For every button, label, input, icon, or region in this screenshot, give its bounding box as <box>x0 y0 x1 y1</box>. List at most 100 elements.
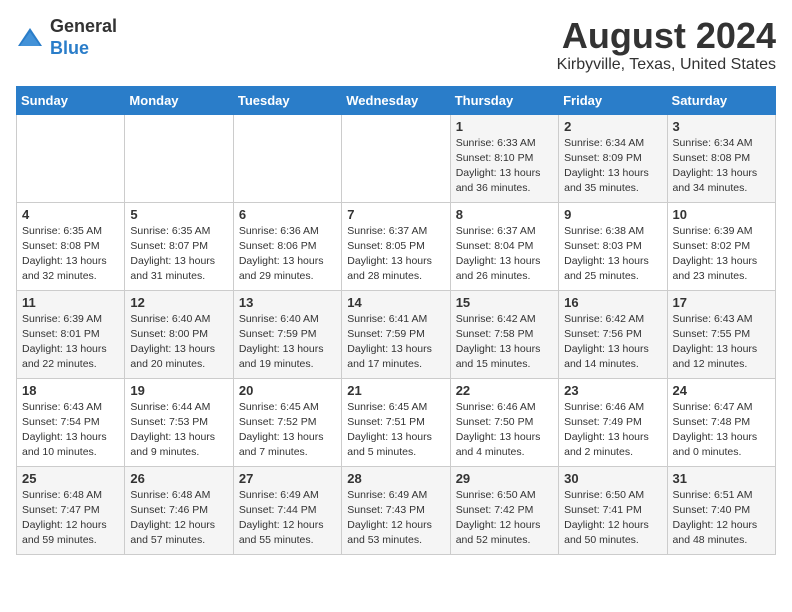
day-header-thursday: Thursday <box>450 86 558 114</box>
day-number: 10 <box>673 207 770 222</box>
calendar-cell: 29 Sunrise: 6:50 AM Sunset: 7:42 PM Dayli… <box>450 466 558 554</box>
calendar-cell: 17 Sunrise: 6:43 AM Sunset: 7:55 PM Dayli… <box>667 290 775 378</box>
day-info: Sunrise: 6:37 AM Sunset: 8:04 PM Dayligh… <box>456 224 553 285</box>
day-number: 14 <box>347 295 444 310</box>
day-info: Sunrise: 6:42 AM Sunset: 7:58 PM Dayligh… <box>456 312 553 373</box>
calendar-cell: 10 Sunrise: 6:39 AM Sunset: 8:02 PM Dayli… <box>667 202 775 290</box>
day-number: 2 <box>564 119 661 134</box>
calendar-cell: 30 Sunrise: 6:50 AM Sunset: 7:41 PM Dayli… <box>559 466 667 554</box>
day-number: 13 <box>239 295 336 310</box>
title-block: August 2024 Kirbyville, Texas, United St… <box>557 16 776 74</box>
calendar-cell: 6Sunrise: 6:36 AM Sunset: 8:06 PM Daylig… <box>233 202 341 290</box>
day-info: Sunrise: 6:51 AM Sunset: 7:40 PM Dayligh… <box>673 488 770 549</box>
calendar-cell: 9Sunrise: 6:38 AM Sunset: 8:03 PM Daylig… <box>559 202 667 290</box>
logo-text: General Blue <box>50 16 117 59</box>
day-info: Sunrise: 6:42 AM Sunset: 7:56 PM Dayligh… <box>564 312 661 373</box>
calendar-cell: 24 Sunrise: 6:47 AM Sunset: 7:48 PM Dayli… <box>667 378 775 466</box>
day-number: 12 <box>130 295 227 310</box>
day-header-saturday: Saturday <box>667 86 775 114</box>
page-header: General Blue August 2024 Kirbyville, Tex… <box>16 16 776 74</box>
day-info: Sunrise: 6:40 AM Sunset: 8:00 PM Dayligh… <box>130 312 227 373</box>
week-row-4: 18 Sunrise: 6:43 AM Sunset: 7:54 PM Dayli… <box>17 378 776 466</box>
calendar-table: SundayMondayTuesdayWednesdayThursdayFrid… <box>16 86 776 555</box>
day-info: Sunrise: 6:43 AM Sunset: 7:54 PM Dayligh… <box>22 400 119 461</box>
week-row-2: 4 Sunrise: 6:35 AM Sunset: 8:08 PM Daylig… <box>17 202 776 290</box>
calendar-cell: 21 Sunrise: 6:45 AM Sunset: 7:51 PM Dayli… <box>342 378 450 466</box>
calendar-cell: 31 Sunrise: 6:51 AM Sunset: 7:40 PM Dayli… <box>667 466 775 554</box>
day-number: 4 <box>22 207 119 222</box>
day-number: 27 <box>239 471 336 486</box>
calendar-cell: 26Sunrise: 6:48 AM Sunset: 7:46 PM Dayli… <box>125 466 233 554</box>
month-year: August 2024 <box>557 16 776 56</box>
calendar-cell: 11 Sunrise: 6:39 AM Sunset: 8:01 PM Dayli… <box>17 290 125 378</box>
calendar-cell: 12 Sunrise: 6:40 AM Sunset: 8:00 PM Dayli… <box>125 290 233 378</box>
calendar-body: 1 Sunrise: 6:33 AM Sunset: 8:10 PM Daylig… <box>17 114 776 554</box>
day-number: 25 <box>22 471 119 486</box>
calendar-cell: 18 Sunrise: 6:43 AM Sunset: 7:54 PM Dayli… <box>17 378 125 466</box>
day-number: 17 <box>673 295 770 310</box>
day-number: 24 <box>673 383 770 398</box>
logo-icon <box>16 24 44 52</box>
day-info: Sunrise: 6:45 AM Sunset: 7:51 PM Dayligh… <box>347 400 444 461</box>
day-info: Sunrise: 6:34 AM Sunset: 8:08 PM Dayligh… <box>673 136 770 197</box>
location: Kirbyville, Texas, United States <box>557 56 776 74</box>
day-header-sunday: Sunday <box>17 86 125 114</box>
calendar-cell <box>233 114 341 202</box>
day-info: Sunrise: 6:44 AM Sunset: 7:53 PM Dayligh… <box>130 400 227 461</box>
day-info: Sunrise: 6:43 AM Sunset: 7:55 PM Dayligh… <box>673 312 770 373</box>
day-info: Sunrise: 6:37 AM Sunset: 8:05 PM Dayligh… <box>347 224 444 285</box>
day-number: 23 <box>564 383 661 398</box>
day-info: Sunrise: 6:35 AM Sunset: 8:08 PM Dayligh… <box>22 224 119 285</box>
day-info: Sunrise: 6:48 AM Sunset: 7:47 PM Dayligh… <box>22 488 119 549</box>
day-number: 31 <box>673 471 770 486</box>
calendar-cell: 13Sunrise: 6:40 AM Sunset: 7:59 PM Dayli… <box>233 290 341 378</box>
calendar-cell: 19 Sunrise: 6:44 AM Sunset: 7:53 PM Dayli… <box>125 378 233 466</box>
calendar-cell: 5Sunrise: 6:35 AM Sunset: 8:07 PM Daylig… <box>125 202 233 290</box>
day-number: 6 <box>239 207 336 222</box>
day-number: 28 <box>347 471 444 486</box>
calendar-cell <box>17 114 125 202</box>
day-number: 7 <box>347 207 444 222</box>
day-number: 20 <box>239 383 336 398</box>
day-number: 9 <box>564 207 661 222</box>
day-info: Sunrise: 6:50 AM Sunset: 7:42 PM Dayligh… <box>456 488 553 549</box>
calendar-cell: 16Sunrise: 6:42 AM Sunset: 7:56 PM Dayli… <box>559 290 667 378</box>
logo: General Blue <box>16 16 117 59</box>
day-header-wednesday: Wednesday <box>342 86 450 114</box>
day-number: 18 <box>22 383 119 398</box>
calendar-cell: 7 Sunrise: 6:37 AM Sunset: 8:05 PM Daylig… <box>342 202 450 290</box>
day-info: Sunrise: 6:39 AM Sunset: 8:02 PM Dayligh… <box>673 224 770 285</box>
day-number: 26 <box>130 471 227 486</box>
calendar-cell: 20 Sunrise: 6:45 AM Sunset: 7:52 PM Dayli… <box>233 378 341 466</box>
day-info: Sunrise: 6:41 AM Sunset: 7:59 PM Dayligh… <box>347 312 444 373</box>
calendar-cell: 14 Sunrise: 6:41 AM Sunset: 7:59 PM Dayli… <box>342 290 450 378</box>
day-info: Sunrise: 6:39 AM Sunset: 8:01 PM Dayligh… <box>22 312 119 373</box>
day-number: 22 <box>456 383 553 398</box>
day-number: 1 <box>456 119 553 134</box>
day-number: 21 <box>347 383 444 398</box>
day-header-friday: Friday <box>559 86 667 114</box>
calendar-cell: 4 Sunrise: 6:35 AM Sunset: 8:08 PM Daylig… <box>17 202 125 290</box>
week-row-1: 1 Sunrise: 6:33 AM Sunset: 8:10 PM Daylig… <box>17 114 776 202</box>
day-number: 11 <box>22 295 119 310</box>
day-number: 8 <box>456 207 553 222</box>
day-info: Sunrise: 6:45 AM Sunset: 7:52 PM Dayligh… <box>239 400 336 461</box>
day-info: Sunrise: 6:46 AM Sunset: 7:50 PM Dayligh… <box>456 400 553 461</box>
day-info: Sunrise: 6:33 AM Sunset: 8:10 PM Dayligh… <box>456 136 553 197</box>
calendar-cell: 2Sunrise: 6:34 AM Sunset: 8:09 PM Daylig… <box>559 114 667 202</box>
day-info: Sunrise: 6:49 AM Sunset: 7:43 PM Dayligh… <box>347 488 444 549</box>
day-number: 15 <box>456 295 553 310</box>
calendar-cell <box>342 114 450 202</box>
day-info: Sunrise: 6:46 AM Sunset: 7:49 PM Dayligh… <box>564 400 661 461</box>
day-header-monday: Monday <box>125 86 233 114</box>
calendar-cell: 15 Sunrise: 6:42 AM Sunset: 7:58 PM Dayli… <box>450 290 558 378</box>
day-number: 30 <box>564 471 661 486</box>
day-number: 29 <box>456 471 553 486</box>
day-info: Sunrise: 6:47 AM Sunset: 7:48 PM Dayligh… <box>673 400 770 461</box>
calendar-cell: 25 Sunrise: 6:48 AM Sunset: 7:47 PM Dayli… <box>17 466 125 554</box>
calendar-header-row: SundayMondayTuesdayWednesdayThursdayFrid… <box>17 86 776 114</box>
day-number: 19 <box>130 383 227 398</box>
calendar-cell: 3Sunrise: 6:34 AM Sunset: 8:08 PM Daylig… <box>667 114 775 202</box>
calendar-cell: 23 Sunrise: 6:46 AM Sunset: 7:49 PM Dayli… <box>559 378 667 466</box>
day-info: Sunrise: 6:50 AM Sunset: 7:41 PM Dayligh… <box>564 488 661 549</box>
